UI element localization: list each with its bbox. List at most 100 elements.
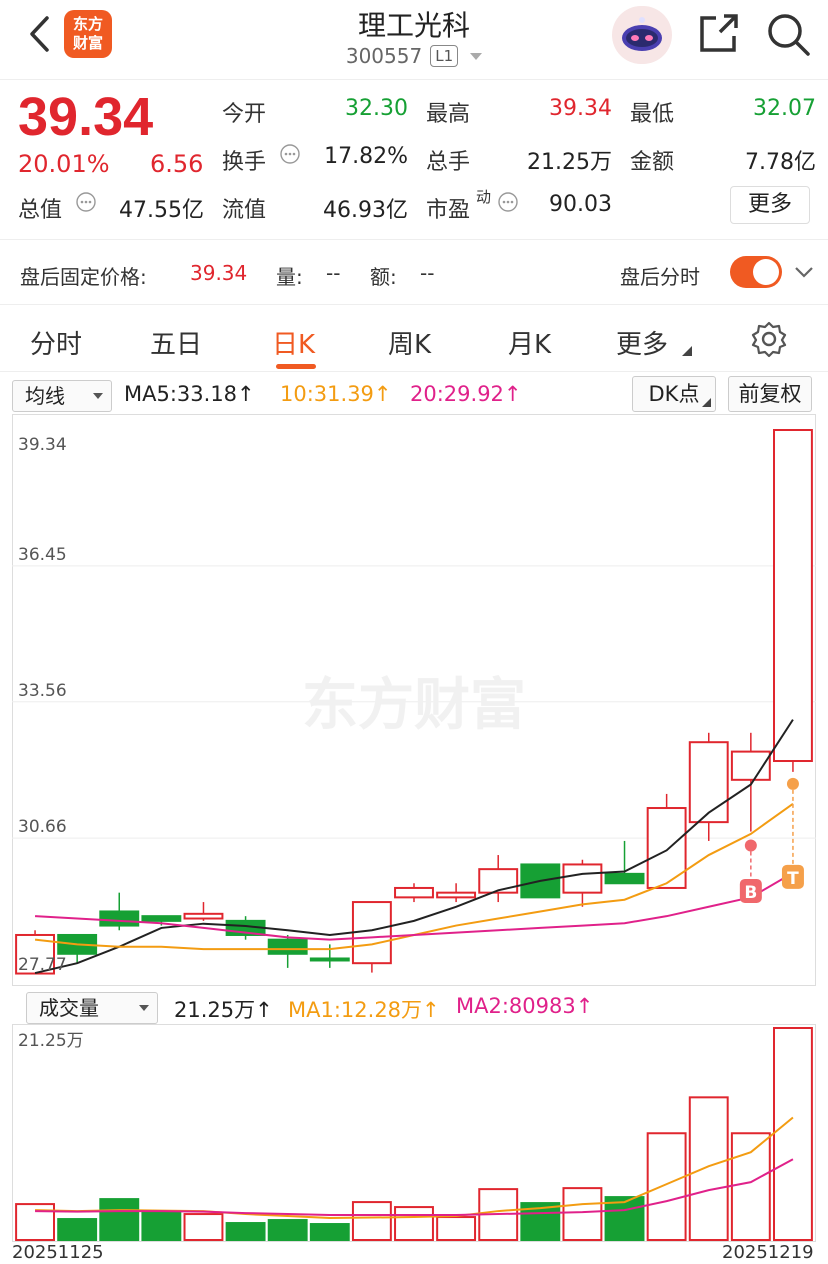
corner-triangle-icon: [682, 346, 692, 356]
after-hours-volume-value: --: [326, 261, 341, 285]
share-button[interactable]: [696, 12, 742, 56]
chevron-down-icon[interactable]: [794, 262, 814, 282]
volume-readout: 21.25万↑: [174, 998, 273, 1022]
ma20-value: 20:29.92: [410, 382, 504, 406]
candle-body: [267, 938, 308, 955]
price-tick-label: 36.45: [18, 545, 67, 565]
volume-bar: [562, 1187, 603, 1242]
caret-down-icon: [139, 1005, 149, 1011]
tab-daily-k[interactable]: 日K: [272, 324, 315, 361]
stock-code: 300557: [345, 44, 423, 68]
tab-more[interactable]: 更多: [616, 324, 668, 361]
float-cap-value: 46.93亿: [323, 198, 408, 223]
top-bar: 东方 财富 理工光科 300557 L1: [0, 0, 828, 80]
adjust-price-button[interactable]: 前复权: [728, 376, 812, 412]
ma5-value: MA5:33.18: [124, 382, 238, 406]
volume-chart[interactable]: 21.25万: [12, 1024, 816, 1242]
ma10-value: 10:31.39: [280, 382, 374, 406]
last-price: 39.34: [18, 87, 154, 147]
total-volume-value: 21.25万: [527, 150, 612, 175]
volume-type-dropdown[interactable]: 成交量: [26, 992, 158, 1024]
volume-value: 21.25万: [174, 998, 256, 1022]
candle-body: [604, 872, 645, 885]
signal-dot: [744, 839, 757, 852]
info-dots-icon[interactable]: [498, 192, 518, 212]
end-date: 20251219: [722, 1242, 814, 1263]
dk-point-button[interactable]: DK点: [632, 376, 716, 412]
after-hours-label: 盘后固定价格:: [20, 265, 147, 289]
tab-intraday[interactable]: 分时: [30, 324, 82, 361]
volume-indicator-row: 成交量 21.25万↑ MA1:12.28万↑ MA2:80983↑: [0, 990, 828, 1024]
ma20-readout: 20:29.92↑: [410, 382, 522, 406]
tab-weekly-k[interactable]: 周K: [388, 324, 431, 361]
candle-body: [141, 915, 182, 922]
vol-ma2-value: MA2:80983: [456, 994, 576, 1018]
volume-bar: [351, 1201, 392, 1242]
info-dots-icon[interactable]: [76, 192, 96, 212]
change-amount: 6.56: [150, 150, 204, 178]
start-date: 20251125: [12, 1242, 104, 1263]
low-value: 32.07: [753, 96, 816, 121]
candle-body: [562, 863, 603, 894]
quote-panel: 39.34 20.01% 6.56 今开 32.30 最高 39.34 最低 3…: [0, 80, 828, 240]
volume-tick-labels: 21.25万: [18, 1031, 84, 1051]
volume-bar: [225, 1222, 266, 1241]
toggle-knob: [753, 259, 779, 285]
volume-bar: [394, 1206, 434, 1242]
dk-point-label: DK点: [648, 382, 700, 406]
low-label: 最低: [630, 102, 675, 127]
candle-body: [99, 910, 140, 927]
market-cap-value: 47.55亿: [119, 198, 204, 223]
amount-label: 金额: [630, 150, 675, 175]
volume-bar: [773, 1027, 813, 1241]
open-value: 32.30: [345, 96, 408, 121]
total-volume-label: 总手: [426, 150, 471, 175]
candle-body: [183, 912, 224, 920]
turnover-value: 17.82%: [324, 144, 408, 169]
more-stats-button[interactable]: 更多: [730, 186, 810, 224]
gear-icon[interactable]: [750, 320, 788, 358]
float-cap-label: 流值: [222, 198, 267, 223]
search-icon: [768, 14, 810, 56]
ma-type-dropdown[interactable]: 均线: [12, 380, 112, 412]
signal-label: T: [787, 869, 799, 889]
robot-icon: [622, 17, 662, 51]
volume-type-label: 成交量: [39, 996, 99, 1020]
tab-monthly-k[interactable]: 月K: [508, 324, 551, 361]
volume-bar: [183, 1213, 224, 1241]
after-hours-price: 39.34: [190, 261, 248, 285]
pe-dynamic-superscript: 动: [476, 188, 492, 206]
volume-bar: [141, 1211, 182, 1242]
volume-bar: [646, 1132, 687, 1241]
after-hours-amount-value: --: [420, 261, 435, 285]
after-hours-intraday-label: 盘后分时: [620, 265, 700, 289]
tab-five-day[interactable]: 五日: [150, 324, 202, 361]
after-hours-bar: 盘后固定价格: 39.34 量: -- 额: -- 盘后分时: [0, 241, 828, 305]
after-hours-volume-label: 量:: [276, 265, 303, 289]
watermark: 东方财富: [302, 673, 526, 738]
info-dots-icon[interactable]: [280, 144, 300, 164]
candlestick-chart[interactable]: 东方财富 B T 39.34 36.45 33.56 30.66 27.77: [12, 414, 816, 986]
search-button[interactable]: [764, 10, 812, 58]
turnover-label: 换手: [222, 150, 267, 175]
vol-ma1-readout: MA1:12.28万↑: [288, 998, 440, 1022]
volume-bar: [730, 1132, 771, 1241]
candle-body: [688, 741, 729, 824]
period-tabs: 分时 五日 日K 周K 月K 更多: [0, 306, 828, 372]
volume-bar: [688, 1096, 729, 1241]
market-cap-label: 总值: [18, 198, 63, 223]
volume-bar: [99, 1198, 140, 1241]
open-label: 今开: [222, 102, 267, 127]
ai-assistant-button[interactable]: [612, 6, 672, 64]
vol-ma2-readout: MA2:80983↑: [456, 994, 594, 1018]
volume-bar: [436, 1216, 477, 1242]
signal-dot: [786, 777, 799, 790]
vol-ma1-value: MA1:12.28万: [288, 998, 423, 1022]
high-label: 最高: [426, 102, 471, 127]
corner-triangle-icon: [702, 398, 711, 407]
after-hours-toggle[interactable]: [730, 256, 782, 288]
candle-body: [478, 868, 519, 894]
high-value: 39.34: [549, 96, 612, 121]
candle-body: [646, 807, 687, 889]
volume-bar: [309, 1223, 350, 1241]
